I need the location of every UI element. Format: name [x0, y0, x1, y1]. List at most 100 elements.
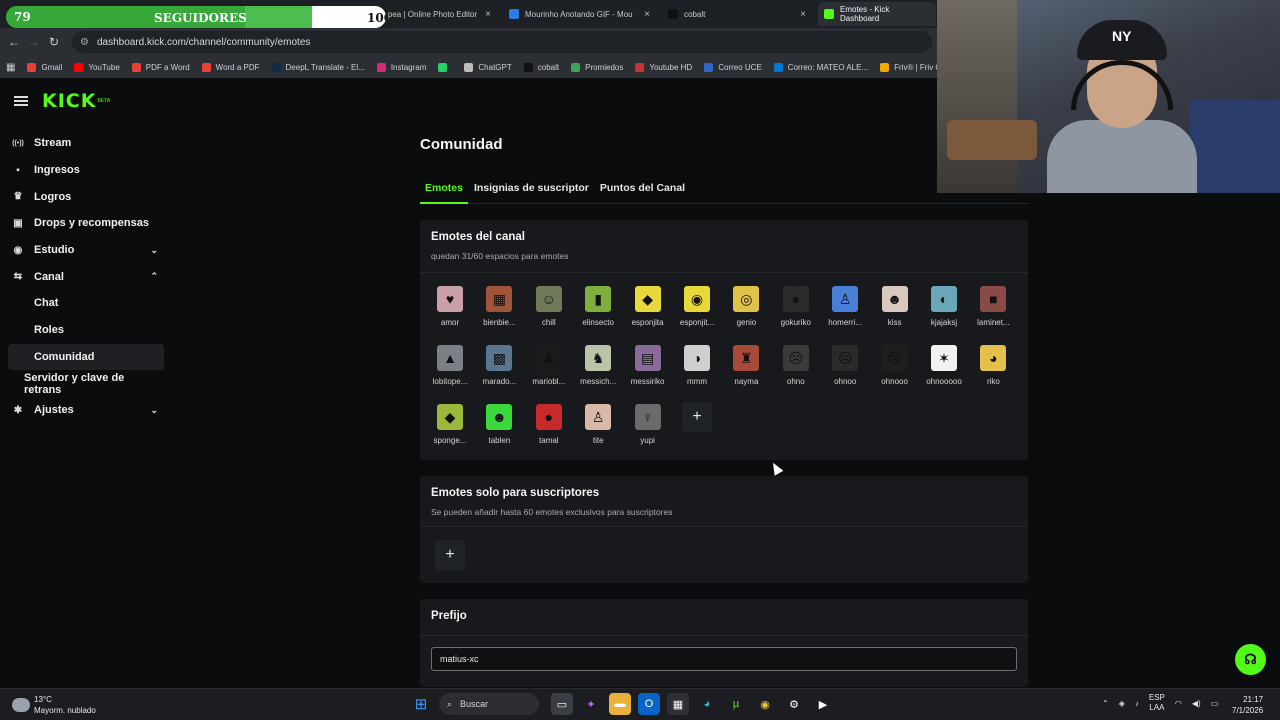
bookmark-item[interactable]: Correo: MATEO ALE...	[773, 62, 868, 72]
apps-grid-icon[interactable]: ▦	[6, 62, 15, 73]
emote-item[interactable]: ◑ mmm	[677, 345, 717, 386]
emote-item[interactable]: ♙ tite	[578, 404, 618, 445]
emote-item[interactable]: ♙ homerri...	[825, 286, 865, 327]
battery-icon[interactable]: ▭	[1211, 699, 1219, 708]
bookmark-item[interactable]: DeepL Translate - El...	[271, 62, 365, 72]
tab-puntos[interactable]: Puntos del Canal	[595, 174, 690, 204]
wifi-icon[interactable]: ◠	[1175, 699, 1182, 708]
utorrent-icon[interactable]: µ	[725, 693, 747, 715]
edge-icon[interactable]: ◕	[696, 693, 718, 715]
clock[interactable]: 21:17 7/1/2026	[1232, 694, 1263, 716]
bookmark-item[interactable]	[438, 62, 452, 72]
emote-item[interactable]: ☹ ohno	[776, 345, 816, 386]
windows-start-icon[interactable]: ⊞	[410, 693, 432, 715]
copilot-icon[interactable]: ✦	[580, 693, 602, 715]
kick-logo[interactable]: KICK	[42, 90, 96, 112]
emote-item[interactable]: ▮ elinsecto	[578, 286, 618, 327]
browser-tab[interactable]: cobalt ×	[662, 2, 812, 26]
emote-item[interactable]: ♥ amor	[430, 286, 470, 327]
emote-item[interactable]: ▦ bienbie...	[479, 286, 519, 327]
bookmark-item[interactable]: ChatGPT	[464, 62, 512, 72]
bookmark-item[interactable]: Correo UCE	[704, 62, 762, 72]
bookmark-item[interactable]: Friv® | Friv Class	[880, 62, 940, 72]
network-icon[interactable]: ◈	[1119, 699, 1125, 708]
sidebar-item-roles[interactable]: Roles	[8, 317, 164, 344]
emote-item[interactable]: ♀ yupi	[628, 404, 668, 445]
prefix-input[interactable]: matius-xc	[431, 647, 1017, 671]
bookmark-item[interactable]: Word a PDF	[201, 62, 260, 72]
weather-widget[interactable]: 13°C Mayorm. nublado	[12, 694, 96, 716]
reload-icon[interactable]: ↻	[44, 35, 64, 49]
site-settings-icon[interactable]: ⚙	[80, 37, 89, 48]
forward-arrow-icon[interactable]: →	[24, 35, 44, 49]
tab-emotes[interactable]: Emotes	[420, 174, 468, 204]
bookmark-label: YouTube	[88, 62, 120, 72]
chevron-down-icon[interactable]: ⌄	[150, 405, 158, 416]
sidebar-item-servidor-y-clave-de-retrans[interactable]: Servidor y clave de retrans	[8, 370, 164, 397]
emote-item[interactable]: ☹ ohnoo	[825, 345, 865, 386]
file-explorer-icon[interactable]: ▬	[609, 693, 631, 715]
bookmark-item[interactable]: Gmail	[27, 62, 62, 72]
chevron-up-icon[interactable]: ⌃	[150, 271, 158, 282]
chrome-icon[interactable]: ◉	[754, 693, 776, 715]
chevron-down-icon[interactable]: ⌄	[150, 245, 158, 256]
emote-item[interactable]: ♞ messich...	[578, 345, 618, 386]
bookmark-item[interactable]: Youtube HD	[635, 62, 692, 72]
add-subscriber-emote-button[interactable]: +	[435, 540, 465, 570]
sidebar-item-comunidad[interactable]: Comunidad	[8, 343, 164, 371]
emote-item[interactable]: ◉ esponjit...	[677, 286, 717, 327]
back-arrow-icon[interactable]: ←	[4, 35, 24, 49]
gear-app-icon[interactable]: ⚙	[783, 693, 805, 715]
emote-item[interactable]: ◆ sponge...	[430, 404, 470, 445]
emote-item[interactable]: ✶ ohnooooo	[924, 345, 964, 386]
emote-item[interactable]: ▲ lobitope...	[430, 345, 470, 386]
mic-icon[interactable]: ♪	[1135, 699, 1139, 708]
sidebar-item-chat[interactable]: Chat	[8, 290, 164, 317]
close-tab-icon[interactable]: ×	[644, 9, 650, 20]
bookmark-item[interactable]: cobalt	[523, 62, 559, 72]
emote-item[interactable]: ◐ kjajaksj	[924, 286, 964, 327]
sidebar-item-logros[interactable]: ♛ Logros	[8, 183, 164, 210]
emote-item[interactable]: ◆ esponjita	[628, 286, 668, 327]
hamburger-menu-icon[interactable]	[14, 96, 28, 106]
close-tab-icon[interactable]: ×	[800, 9, 806, 20]
media-player-icon[interactable]: ▶	[812, 693, 834, 715]
bookmark-item[interactable]: PDF a Word	[131, 62, 190, 72]
browser-tab[interactable]: Emotes - Kick Dashboard	[818, 2, 936, 26]
emote-item[interactable]: ◎ genio	[726, 286, 766, 327]
sidebar-item-estudio[interactable]: ◉ Estudio ⌄	[8, 237, 164, 264]
close-tab-icon[interactable]: ×	[485, 9, 491, 20]
sidebar-item-stream[interactable]: ((•)) Stream	[8, 130, 164, 157]
language-indicator[interactable]: ESP LAA	[1149, 693, 1165, 713]
sidebar-item-ingresos[interactable]: ▪ Ingresos	[8, 157, 164, 184]
sidebar-item-canal[interactable]: ⇆ Canal ⌃	[8, 263, 164, 290]
emote-item[interactable]: ▤ messiriko	[628, 345, 668, 386]
emote-item[interactable]: ♜ nayma	[726, 345, 766, 386]
emote-item[interactable]: ☹ ohnooo	[875, 345, 915, 386]
bookmark-item[interactable]: Promiedos	[571, 62, 623, 72]
sidebar-item-drops-y-recompensas[interactable]: ▣ Drops y recompensas	[8, 210, 164, 237]
emote-item[interactable]: ☺ chill	[529, 286, 569, 327]
tab-insignias[interactable]: Insignias de suscriptor	[469, 174, 594, 204]
volume-icon[interactable]: ◀)	[1192, 699, 1201, 708]
emote-item[interactable]: ● tamal	[529, 404, 569, 445]
url-field[interactable]: ⚙ dashboard.kick.com/channel/community/e…	[72, 31, 932, 53]
browser-tab[interactable]: Mourinho Anotando GIF - Mou ×	[503, 2, 656, 26]
emote-item[interactable]: ● gokuriko	[776, 286, 816, 327]
add-emote-button[interactable]: +	[682, 402, 712, 432]
emote-item[interactable]: ◕ riko	[973, 345, 1013, 386]
emote-item[interactable]: ■ laminet...	[973, 286, 1013, 327]
taskbar-search[interactable]: ⌕ Buscar	[439, 693, 539, 715]
chevron-up-icon[interactable]: ⌃	[1102, 699, 1109, 708]
help-chat-button[interactable]: ☊	[1235, 644, 1266, 675]
emote-item[interactable]: ♟ mariobl...	[529, 345, 569, 386]
store-icon[interactable]: ▦	[667, 693, 689, 715]
outlook-icon[interactable]: O	[638, 693, 660, 715]
emote-item[interactable]: ☻ kiss	[875, 286, 915, 327]
sidebar-item-ajustes[interactable]: ✱ Ajustes ⌄	[8, 397, 164, 424]
task-view-icon[interactable]: ▭	[551, 693, 573, 715]
bookmark-item[interactable]: YouTube	[74, 62, 120, 72]
bookmark-item[interactable]: Instagram	[376, 62, 426, 72]
emote-item[interactable]: ▩ marado...	[479, 345, 519, 386]
emote-item[interactable]: ☻ tablen	[479, 404, 519, 445]
